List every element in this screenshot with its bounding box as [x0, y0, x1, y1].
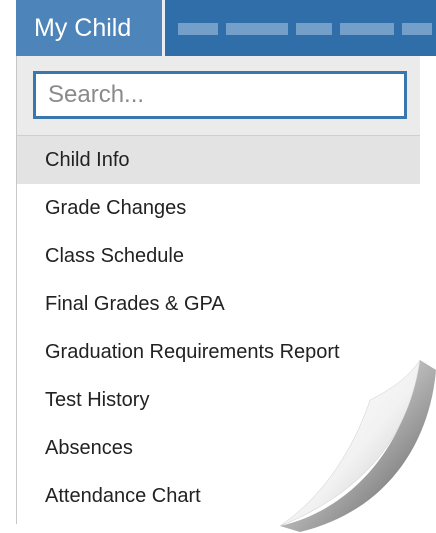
blurred-block	[226, 23, 288, 35]
menu-list: Child Info Grade Changes Class Schedule …	[17, 136, 420, 520]
blurred-block	[178, 23, 218, 35]
menu-item-class-schedule[interactable]: Class Schedule	[17, 232, 420, 280]
nav-blurred-tabs	[168, 0, 436, 56]
menu-item-absences[interactable]: Absences	[17, 424, 420, 472]
menu-item-graduation-requirements-report[interactable]: Graduation Requirements Report	[17, 328, 420, 376]
menu-item-child-info[interactable]: Child Info	[17, 136, 420, 184]
menu-item-final-grades-gpa[interactable]: Final Grades & GPA	[17, 280, 420, 328]
blurred-block	[296, 23, 332, 35]
menu-item-grade-changes[interactable]: Grade Changes	[17, 184, 420, 232]
menu-item-test-history[interactable]: Test History	[17, 376, 420, 424]
nav-tab-my-child[interactable]: My Child	[16, 0, 162, 56]
blurred-block	[340, 23, 394, 35]
menu-item-attendance-chart[interactable]: Attendance Chart	[17, 472, 420, 520]
search-area	[17, 56, 420, 136]
screenshot-stage: My Child Child Info Grade Changes Class …	[0, 0, 436, 533]
my-child-dropdown: Child Info Grade Changes Class Schedule …	[16, 56, 420, 524]
nav-tab-my-child-label: My Child	[34, 14, 132, 42]
search-input[interactable]	[33, 71, 407, 119]
blurred-block	[402, 23, 432, 35]
top-nav-bar: My Child	[16, 0, 436, 56]
nav-divider	[162, 0, 165, 56]
